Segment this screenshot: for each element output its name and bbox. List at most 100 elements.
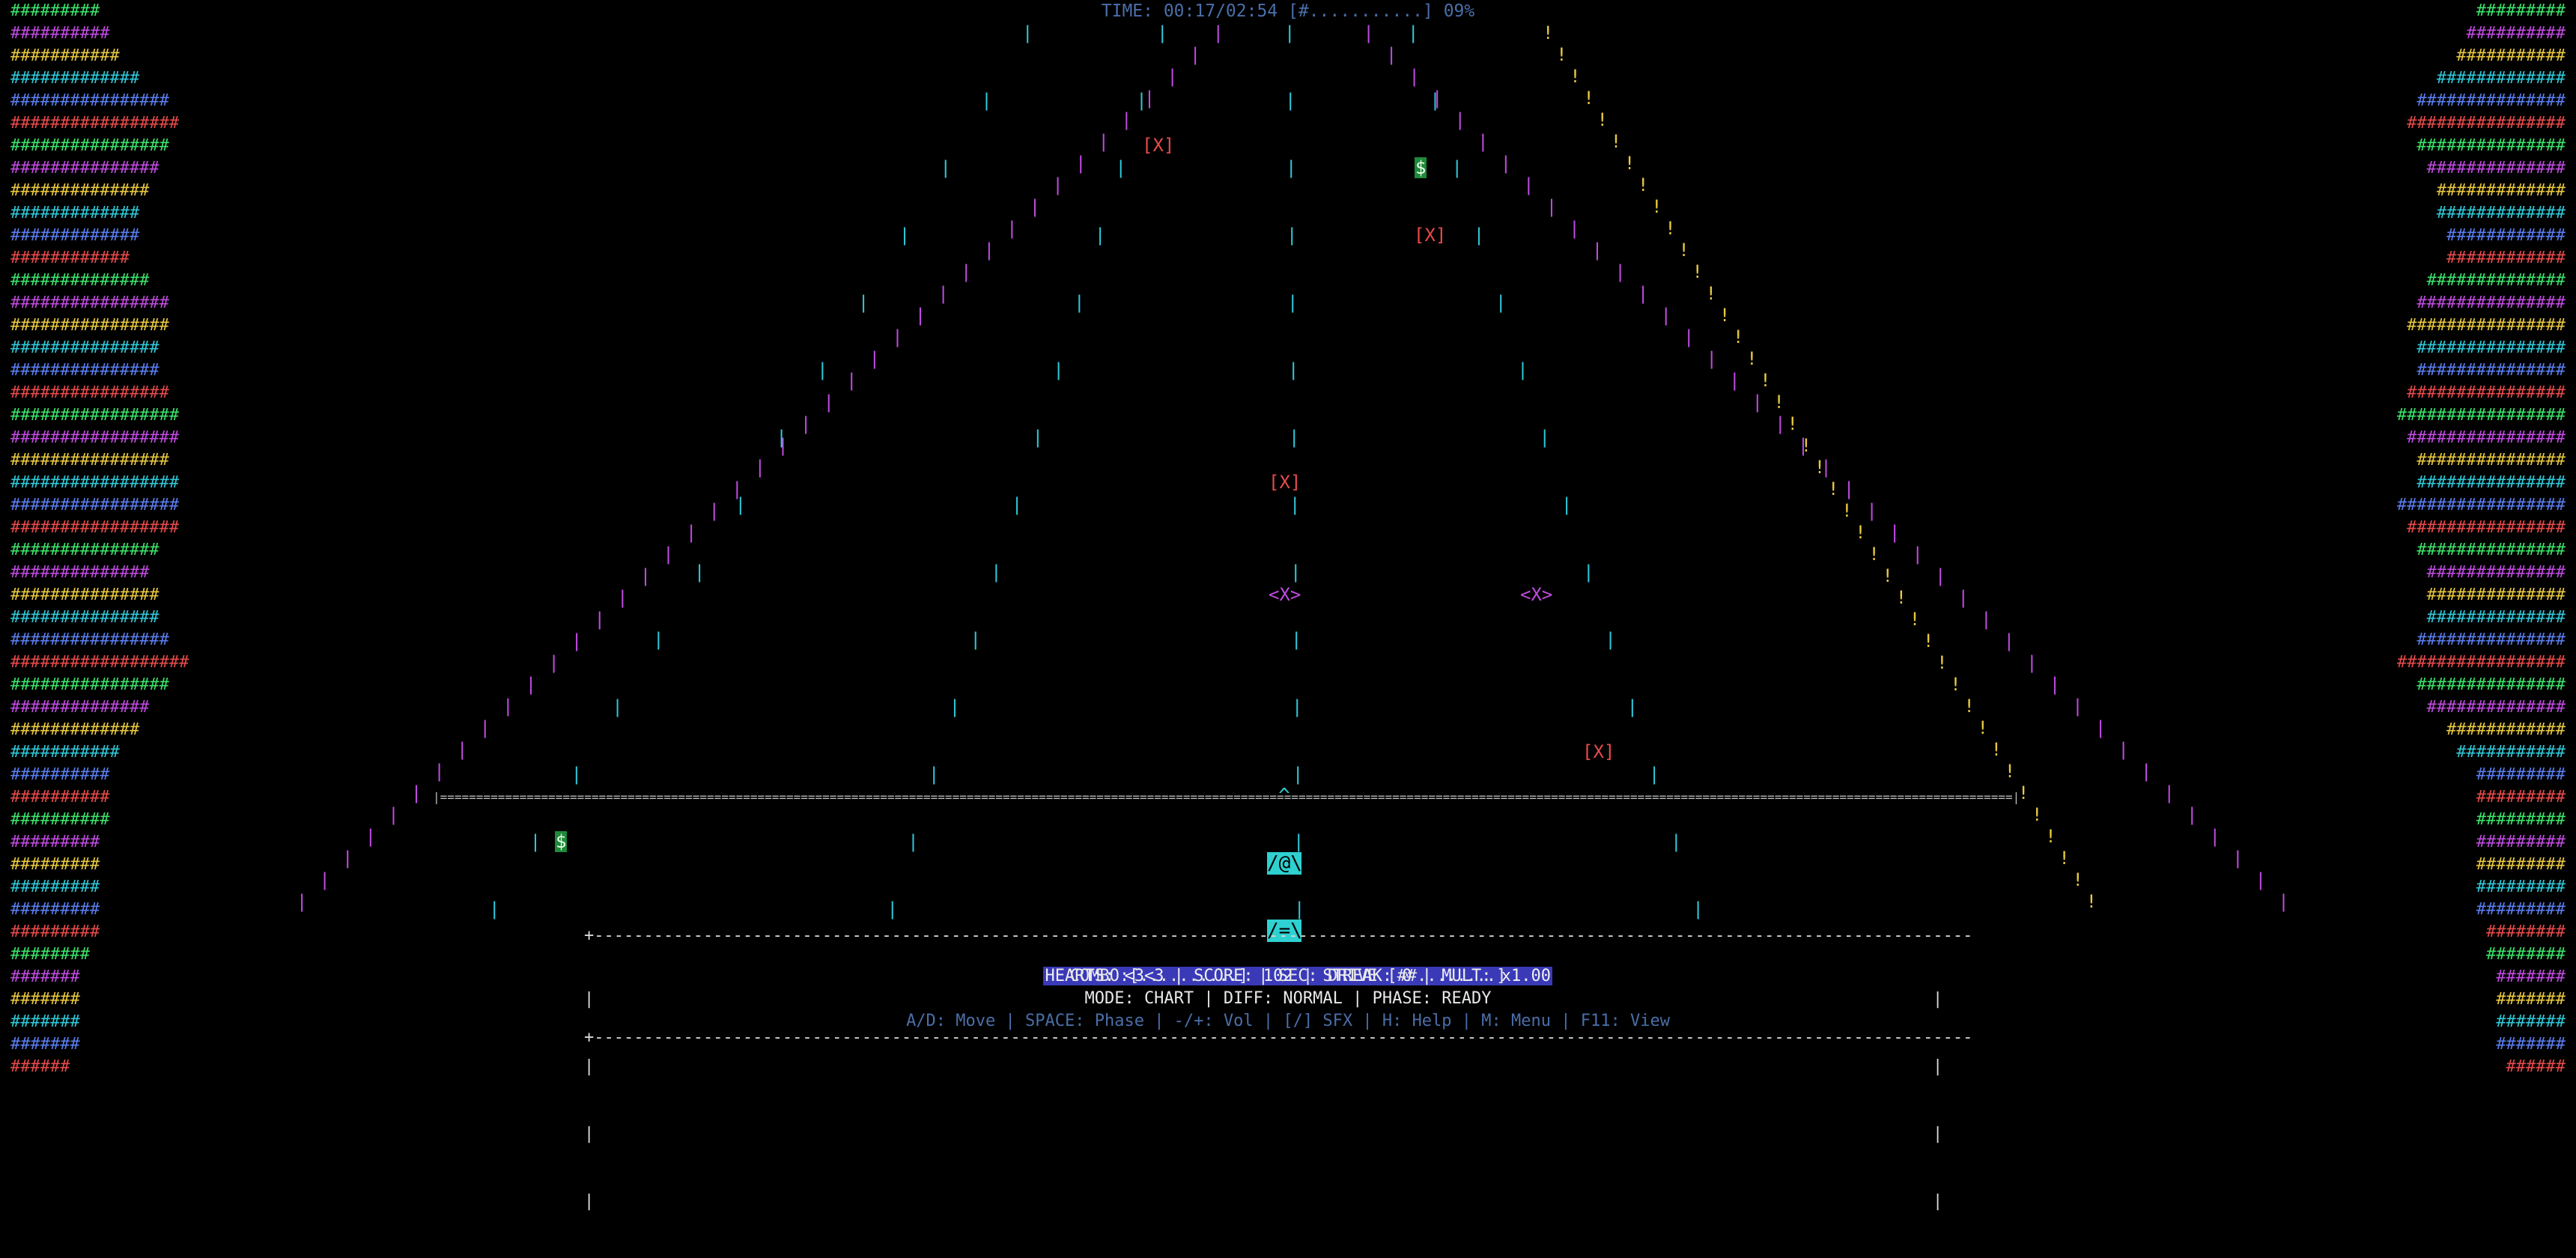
track-warning-mark: ! [1922,630,1934,651]
left-eq-bar: ############# [10,204,140,222]
hud-combo: COMBO:[..........] | SEC: DRIVE [##.....… [1069,967,1507,985]
track-right-edge: | [1775,413,1786,434]
track-right-edge: | [2140,761,2152,782]
right-eq-bar: ############### [2416,361,2566,380]
obstacle-marker: [X] [1414,225,1447,246]
right-eq-bar: ####### [2496,1035,2566,1054]
track-warning-mark: ! [1665,218,1676,239]
track-warning-mark: ! [1773,392,1784,413]
right-eq-bar: ################ [2407,316,2566,335]
right-eq-bar: ######### [2476,1,2566,20]
track-left-edge: | [869,348,881,369]
lane-marker: | [1284,90,1296,111]
track-left-edge: | [1189,44,1201,65]
left-eq-bar: ############## [10,698,150,717]
lane-marker: | [1289,494,1301,515]
enemy-marker: <X> [1269,584,1301,605]
left-eq-bar: ########## [10,810,110,829]
lane-marker: | [817,359,828,380]
right-eq-bar: ###### [2506,1057,2566,1076]
right-eq-bar: ################ [2407,114,2566,133]
left-eq-bar: ############## [10,181,150,200]
track-warning-mark: ! [1570,66,1581,87]
lane-marker: | [1288,427,1300,448]
right-eq-bar: ################# [2396,406,2566,425]
left-eq-bar: ###### [10,1057,70,1076]
track-left-edge: | [388,804,399,825]
right-eq-bar: ############### [2416,294,2566,312]
track-left-edge: | [1167,66,1178,87]
track-left-edge: | [892,326,903,347]
track-right-edge: | [2187,804,2198,825]
track-right-edge: | [1935,565,1946,586]
track-warning-mark: ! [1787,413,1798,434]
coin-pickup: $ [555,831,568,852]
track-right-edge: | [1866,500,1877,521]
track-left-edge: | [983,240,995,261]
track-left-edge: | [479,717,490,738]
player-ship-body: /@\ [1267,852,1302,875]
hud-frame-right-3: | [1933,1125,1943,1143]
right-eq-bar: ############### [2416,630,2566,649]
track-warning-mark: ! [1895,587,1907,608]
track-right-edge: | [1683,326,1695,347]
lane-marker: | [1286,225,1298,246]
lane-marker: | [776,427,787,448]
lane-marker: | [1473,225,1485,246]
left-eq-bar: ########## [10,24,110,43]
right-eq-bar: ############### [2416,473,2566,492]
left-eq-bar: ####### [10,1035,80,1054]
lane-marker: | [1287,292,1298,313]
right-eq-bar: ############# [2436,204,2566,222]
track-warning-mark: ! [1583,88,1594,109]
left-eq-bar: ############ [10,249,130,267]
left-eq-bar: ################ [10,383,169,402]
right-eq-bar: ############## [2426,698,2566,717]
track-left-edge: | [319,869,330,890]
lane-marker: | [1284,22,1295,43]
track-warning-mark: ! [1909,609,1921,630]
lane-marker: | [1287,359,1299,380]
right-eq-bar: ######## [2486,923,2566,941]
track-left-edge: | [914,305,926,326]
track-right-edge: | [1889,522,1901,543]
track-left-edge: | [548,652,559,673]
track-right-edge: | [1752,392,1764,413]
track-right-edge: | [1363,22,1374,43]
track-left-edge: | [1121,109,1132,130]
left-eq-bar: ################ [10,451,169,470]
track-right-edge: | [1500,153,1512,174]
lane-marker: | [1451,157,1462,178]
track-warning-mark: ! [2059,848,2070,869]
track-warning-mark: ! [1556,44,1567,65]
lane-marker: | [857,292,869,313]
lane-marker: | [489,899,500,920]
right-eq-bar: ########## [2466,24,2566,43]
obstacle-marker: [X] [1269,472,1301,493]
right-eq-bar: ################# [2396,653,2566,672]
right-eq-bar: ######### [2476,900,2566,919]
lane-marker: | [1094,225,1106,246]
track-left-edge: | [502,696,514,717]
left-eq-bar: ############### [10,608,160,627]
left-eq-bar: ############### [10,586,160,604]
left-eq-bar: ########## [10,765,110,784]
right-eq-bar: ############## [2426,586,2566,604]
hud-frame-left-2: | [584,1057,595,1076]
lane-marker: | [653,629,664,650]
lane-marker: | [1648,764,1660,785]
track-warning-mark: ! [1623,153,1635,174]
right-eq-bar: ############# [2436,181,2566,200]
track-right-edge: | [1660,305,1671,326]
track-warning-mark: ! [1597,109,1608,130]
track-right-edge: | [2163,783,2175,803]
left-eq-bar: ############### [10,541,160,559]
track-warning-mark: ! [1868,544,1880,565]
lane-marker: | [1430,90,1441,111]
lane-marker: | [1626,696,1638,717]
track-warning-mark: ! [1950,674,1961,695]
lane-marker: | [529,831,541,852]
right-eq-bar: ######### [2476,788,2566,806]
track-left-edge: | [823,392,834,413]
track-right-edge: | [2049,674,2061,695]
